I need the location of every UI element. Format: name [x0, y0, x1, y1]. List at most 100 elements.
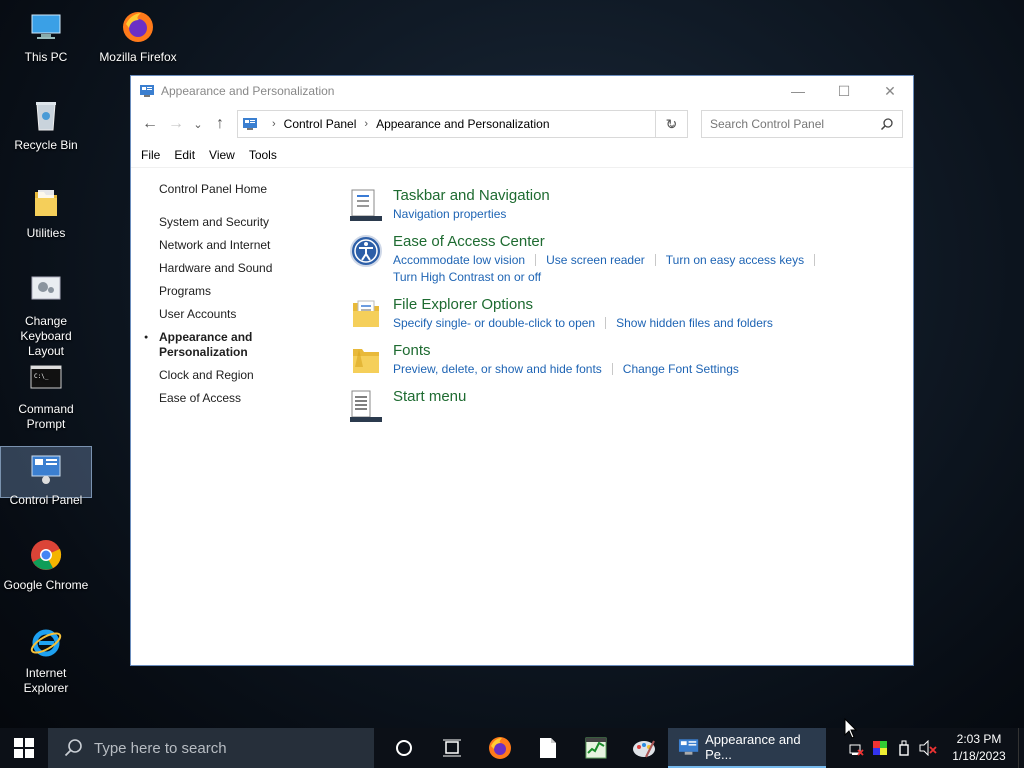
- fonts-folder-icon: [349, 343, 383, 377]
- firefox-icon: [489, 737, 511, 759]
- command-prompt-icon: C:\_: [29, 362, 63, 396]
- refresh-button[interactable]: ↻: [655, 110, 688, 138]
- category-start-menu: Start menu: [349, 387, 899, 423]
- up-button[interactable]: ↑: [207, 111, 233, 137]
- link-high-contrast[interactable]: Turn High Contrast on or off: [393, 270, 541, 284]
- color-app-icon[interactable]: [868, 728, 892, 768]
- category-file-explorer-options: File Explorer Options Specify single- or…: [349, 295, 899, 332]
- breadcrumb-control-panel[interactable]: Control Panel: [284, 117, 357, 131]
- category-taskbar-navigation: Taskbar and Navigation Navigation proper…: [349, 186, 899, 223]
- nav-clock-and-region[interactable]: Clock and Region: [159, 368, 339, 383]
- desktop-icon-internet-explorer[interactable]: Internet Explorer: [0, 620, 92, 696]
- nav-network-and-internet[interactable]: Network and Internet: [159, 238, 339, 253]
- control-panel-icon: [29, 453, 63, 487]
- left-navigation: Control Panel Home System and Security N…: [144, 182, 339, 414]
- volume-muted-icon[interactable]: [916, 728, 940, 768]
- link-navigation-properties[interactable]: Navigation properties: [393, 207, 506, 221]
- link-show-hidden-files[interactable]: Show hidden files and folders: [616, 316, 773, 330]
- desktop-icon-firefox[interactable]: Mozilla Firefox: [92, 4, 184, 65]
- category-title[interactable]: Taskbar and Navigation: [393, 186, 899, 206]
- desktop-icon-control-panel[interactable]: Control Panel: [0, 446, 92, 507]
- taskbar-paint[interactable]: [620, 728, 668, 768]
- start-menu-icon: [349, 389, 383, 423]
- taskbar-task-manager[interactable]: [572, 728, 620, 768]
- menu-tools[interactable]: Tools: [249, 148, 277, 162]
- content-area: Control Panel Home System and Security N…: [131, 168, 913, 665]
- link-preview-fonts[interactable]: Preview, delete, or show and hide fonts: [393, 362, 602, 376]
- folder-icon: [29, 186, 63, 220]
- desktop-icon-command-prompt[interactable]: C:\_ Command Prompt: [0, 356, 92, 432]
- start-button[interactable]: [0, 728, 48, 768]
- desktop-icon-this-pc[interactable]: This PC: [0, 4, 92, 65]
- folder-options-icon: [349, 297, 383, 331]
- firefox-icon: [121, 10, 155, 44]
- control-panel-window: Appearance and Personalization — ☐ ✕ ← →…: [130, 75, 914, 666]
- nav-hardware-and-sound[interactable]: Hardware and Sound: [159, 261, 339, 276]
- nav-ease-of-access[interactable]: Ease of Access: [159, 391, 339, 406]
- search-input[interactable]: [710, 117, 870, 131]
- category-title[interactable]: Ease of Access Center: [393, 232, 899, 252]
- task-manager-icon: [585, 737, 607, 759]
- close-button[interactable]: ✕: [867, 76, 913, 106]
- taskbar-search-box[interactable]: Type here to search: [48, 728, 374, 768]
- category-list: Taskbar and Navigation Navigation proper…: [349, 186, 899, 432]
- clock-time: 2:03 PM: [956, 732, 1002, 746]
- taskbar-file[interactable]: [524, 728, 572, 768]
- back-button[interactable]: ←: [137, 111, 163, 137]
- control-panel-icon: [139, 83, 155, 99]
- task-view-button[interactable]: [428, 728, 476, 768]
- cortana-icon: [396, 740, 412, 756]
- category-fonts: Fonts Preview, delete, or show and hide …: [349, 341, 899, 378]
- keyboard-settings-icon: [29, 274, 63, 308]
- recent-locations-button[interactable]: ⌄: [189, 111, 207, 137]
- minimize-button[interactable]: —: [775, 76, 821, 106]
- task-view-icon: [443, 739, 461, 757]
- link-change-font-settings[interactable]: Change Font Settings: [623, 362, 739, 376]
- search-icon[interactable]: [880, 117, 894, 131]
- taskbar-icon: [349, 188, 383, 222]
- category-title[interactable]: File Explorer Options: [393, 295, 899, 315]
- nav-user-accounts[interactable]: User Accounts: [159, 307, 339, 322]
- category-title[interactable]: Fonts: [393, 341, 899, 361]
- category-ease-of-access: Ease of Access Center Accommodate low vi…: [349, 232, 899, 286]
- windows-logo-icon: [14, 738, 34, 758]
- desktop-icon-utilities[interactable]: Utilities: [0, 180, 92, 241]
- nav-programs[interactable]: Programs: [159, 284, 339, 299]
- search-box[interactable]: [701, 110, 903, 138]
- desktop-icon-change-keyboard-layout[interactable]: Change Keyboard Layout: [0, 268, 92, 359]
- desktop-icon-google-chrome[interactable]: Google Chrome: [0, 532, 92, 593]
- clock-date: 1/18/2023: [952, 749, 1006, 763]
- clock[interactable]: 2:03 PM 1/18/2023: [940, 731, 1018, 765]
- forward-button[interactable]: →: [163, 111, 189, 137]
- menu-view[interactable]: View: [209, 148, 235, 162]
- breadcrumb-appearance[interactable]: Appearance and Personalization: [376, 117, 549, 131]
- link-accommodate-low-vision[interactable]: Accommodate low vision: [393, 253, 525, 267]
- window-title: Appearance and Personalization: [161, 84, 335, 98]
- paint-icon: [633, 740, 655, 758]
- link-single-double-click[interactable]: Specify single- or double-click to open: [393, 316, 595, 330]
- nav-control-panel-home[interactable]: Control Panel Home: [159, 182, 339, 197]
- ease-of-access-icon: [349, 234, 383, 268]
- usb-device-icon[interactable]: [892, 728, 916, 768]
- internet-explorer-icon: [29, 626, 63, 660]
- cortana-button[interactable]: [380, 728, 428, 768]
- menu-edit[interactable]: Edit: [174, 148, 195, 162]
- address-bar[interactable]: › Control Panel › Appearance and Persona…: [237, 110, 688, 138]
- control-panel-icon: [242, 116, 258, 132]
- breadcrumb-separator-icon: ›: [364, 118, 369, 130]
- menu-file[interactable]: File: [141, 148, 160, 162]
- computer-icon: [29, 10, 63, 44]
- link-use-screen-reader[interactable]: Use screen reader: [546, 253, 645, 267]
- taskbar-firefox[interactable]: [476, 728, 524, 768]
- desktop-icon-recycle-bin[interactable]: Recycle Bin: [0, 92, 92, 153]
- control-panel-icon: [678, 739, 699, 755]
- title-bar[interactable]: Appearance and Personalization — ☐ ✕: [131, 76, 913, 106]
- recycle-bin-icon: [29, 98, 63, 132]
- taskbar-control-panel-window[interactable]: Appearance and Pe...: [668, 728, 826, 768]
- chrome-icon: [29, 538, 63, 572]
- show-desktop-button[interactable]: [1018, 728, 1024, 768]
- maximize-button[interactable]: ☐: [821, 76, 867, 106]
- nav-system-and-security[interactable]: System and Security: [159, 215, 339, 230]
- category-title[interactable]: Start menu: [393, 387, 899, 407]
- link-easy-access-keys[interactable]: Turn on easy access keys: [666, 253, 804, 267]
